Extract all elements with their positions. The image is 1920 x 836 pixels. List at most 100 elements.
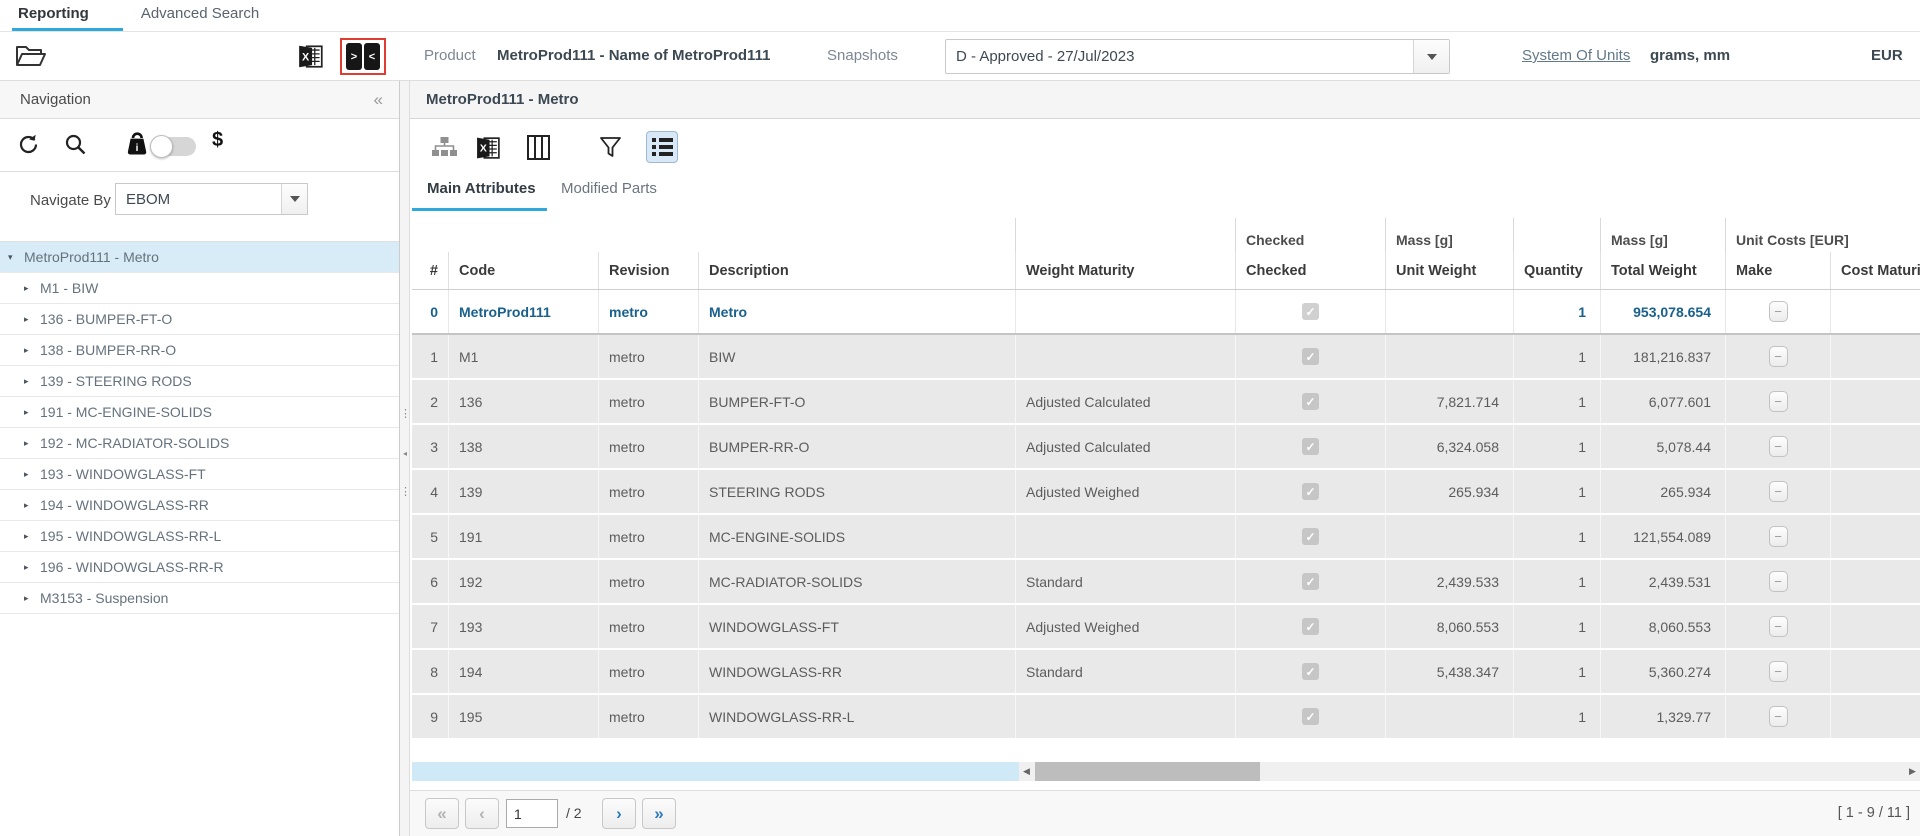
filter-button[interactable] <box>594 131 626 163</box>
make-cell: − <box>1725 695 1830 738</box>
snapshot-select[interactable]: D - Approved - 27/Jul/2023 <box>945 39 1450 74</box>
tree-item[interactable]: ▸138 - BUMPER-RR-O <box>0 335 399 366</box>
first-page-button[interactable]: « <box>425 798 459 829</box>
chevron-right-icon[interactable]: ▸ <box>24 283 40 294</box>
table-row[interactable]: 5191metroMC-ENGINE-SOLIDS✓1121,554.089− <box>412 515 1920 560</box>
weight-toggle-switch[interactable] <box>152 137 196 156</box>
table-row[interactable]: 2136metroBUMPER-FT-OAdjusted Calculated✓… <box>412 380 1920 425</box>
tree-item[interactable]: ▸136 - BUMPER-FT-O <box>0 304 399 335</box>
collapse-navigation-button[interactable]: « <box>374 90 383 110</box>
scroll-left-icon[interactable]: ◀ <box>1019 762 1034 781</box>
tab-advanced-search[interactable]: Advanced Search <box>135 0 279 31</box>
tree-item[interactable]: ▸195 - WINDOWGLASS-RR-L <box>0 521 399 552</box>
make-cell: − <box>1725 335 1830 378</box>
list-view-icon <box>650 136 675 158</box>
tree-item[interactable]: ▾MetroProd111 - Metro <box>0 242 399 273</box>
column-header-revision[interactable]: Revision <box>598 252 698 289</box>
list-view-button[interactable] <box>646 131 678 163</box>
tree-item[interactable]: ▸192 - MC-RADIATOR-SOLIDS <box>0 428 399 459</box>
splitter-grip-icon[interactable]: ⋮ <box>400 409 410 420</box>
tab-modified-parts[interactable]: Modified Parts <box>561 180 657 197</box>
column-header-num[interactable]: # <box>412 252 448 289</box>
chevron-right-icon[interactable]: ▸ <box>24 593 40 604</box>
collapse-panels-button[interactable]: > < <box>340 38 386 75</box>
open-folder-button[interactable] <box>14 42 48 70</box>
last-page-button[interactable]: » <box>642 798 676 829</box>
horizontal-scrollbar[interactable]: ◀ ▶ <box>1019 762 1920 781</box>
table-row[interactable]: 4139metroSTEERING RODSAdjusted Weighed✓2… <box>412 470 1920 515</box>
excel-icon: X <box>297 42 325 70</box>
column-header-description[interactable]: Description <box>698 252 1015 289</box>
num-cell: 0 <box>412 290 448 333</box>
search-button[interactable] <box>64 133 87 156</box>
panel-splitter[interactable]: ⋮ ◂ ⋮ <box>400 81 410 836</box>
chevron-right-icon[interactable]: ▸ <box>24 407 40 418</box>
tab-main-attributes[interactable]: Main Attributes <box>427 180 536 197</box>
chevron-right-icon[interactable]: ▸ <box>24 345 40 356</box>
column-header-checked[interactable]: Checked <box>1235 252 1385 289</box>
scroll-right-icon[interactable]: ▶ <box>1905 762 1920 781</box>
tree-item[interactable]: ▸M3153 - Suspension <box>0 583 399 614</box>
weight-maturity-cell: Adjusted Weighed <box>1015 470 1235 513</box>
code-cell: 194 <box>448 650 598 693</box>
page-number-input[interactable] <box>506 799 558 828</box>
tree-item[interactable]: ▸139 - STEERING RODS <box>0 366 399 397</box>
columns-button[interactable] <box>522 131 554 163</box>
tree-item[interactable]: ▸194 - WINDOWGLASS-RR <box>0 490 399 521</box>
navigate-by-select[interactable]: EBOM <box>115 183 308 215</box>
previous-page-button[interactable]: ‹ <box>465 798 499 829</box>
export-excel-button[interactable]: X <box>296 41 326 71</box>
column-header-unit-weight[interactable]: Unit Weight <box>1385 252 1513 289</box>
table-row[interactable]: 7193metroWINDOWGLASS-FTAdjusted Weighed✓… <box>412 605 1920 650</box>
table-row[interactable]: 8194metroWINDOWGLASS-RRStandard✓5,438.34… <box>412 650 1920 695</box>
splitter-grip-icon[interactable]: ⋮ <box>400 487 410 498</box>
table-row[interactable]: 9195metroWINDOWGLASS-RR-L✓11,329.77− <box>412 695 1920 740</box>
checked-cell: ✓ <box>1235 425 1385 468</box>
table-row[interactable]: 0MetroProd111metroMetro✓1953,078.654− <box>412 290 1920 335</box>
description-cell: Metro <box>698 290 1015 333</box>
dropdown-arrow-button[interactable] <box>1413 40 1449 73</box>
table-row[interactable]: 1M1metroBIW✓1181,216.837− <box>412 335 1920 380</box>
costs-button[interactable]: $ <box>212 129 223 152</box>
export-excel-button[interactable]: X <box>472 131 504 163</box>
weight-info-button[interactable]: i <box>124 130 150 157</box>
tree-item[interactable]: ▸193 - WINDOWGLASS-FT <box>0 459 399 490</box>
search-icon <box>64 133 87 156</box>
hierarchy-view-button[interactable] <box>428 131 460 163</box>
cost-maturity-cell <box>1830 695 1920 738</box>
column-header-code[interactable]: Code <box>448 252 598 289</box>
num-cell: 6 <box>412 560 448 603</box>
column-header-make[interactable]: Make <box>1725 252 1830 289</box>
tree-item[interactable]: ▸196 - WINDOWGLASS-RR-R <box>0 552 399 583</box>
table-row[interactable]: 3138metroBUMPER-RR-OAdjusted Calculated✓… <box>412 425 1920 470</box>
column-header-total-weight[interactable]: Total Weight <box>1600 252 1725 289</box>
next-page-button[interactable]: › <box>602 798 636 829</box>
tree-item-label: 193 - WINDOWGLASS-FT <box>40 466 206 482</box>
dropdown-arrow-button[interactable] <box>281 184 307 214</box>
navigate-by-value: EBOM <box>116 191 281 208</box>
revision-cell: metro <box>598 425 698 468</box>
tree-item[interactable]: ▸M1 - BIW <box>0 273 399 304</box>
chevron-right-icon[interactable]: ▸ <box>24 376 40 387</box>
tree-item-label: 192 - MC-RADIATOR-SOLIDS <box>40 435 229 451</box>
chevron-right-icon[interactable]: ▸ <box>24 562 40 573</box>
svg-text:X: X <box>302 51 310 63</box>
tree-item[interactable]: ▸191 - MC-ENGINE-SOLIDS <box>0 397 399 428</box>
chevron-right-icon[interactable]: ▸ <box>24 531 40 542</box>
num-cell: 8 <box>412 650 448 693</box>
table-row[interactable]: 6192metroMC-RADIATOR-SOLIDSStandard✓2,43… <box>412 560 1920 605</box>
chevron-right-icon[interactable]: ▸ <box>24 469 40 480</box>
splitter-collapse-icon[interactable]: ◂ <box>400 449 410 458</box>
column-header-quantity[interactable]: Quantity <box>1513 252 1600 289</box>
chevron-down-icon[interactable]: ▾ <box>8 252 24 263</box>
refresh-button[interactable] <box>17 133 40 156</box>
column-header-weight-maturity[interactable]: Weight Maturity <box>1015 252 1235 289</box>
chevron-left-icon: < <box>364 43 380 70</box>
tab-reporting[interactable]: Reporting <box>12 0 123 31</box>
scrollbar-thumb[interactable] <box>1035 762 1260 781</box>
chevron-right-icon[interactable]: ▸ <box>24 500 40 511</box>
chevron-right-icon[interactable]: ▸ <box>24 438 40 449</box>
system-of-units-link[interactable]: System Of Units <box>1522 47 1630 64</box>
chevron-right-icon[interactable]: ▸ <box>24 314 40 325</box>
column-header-cost-maturity[interactable]: Cost Maturity <box>1830 252 1920 289</box>
